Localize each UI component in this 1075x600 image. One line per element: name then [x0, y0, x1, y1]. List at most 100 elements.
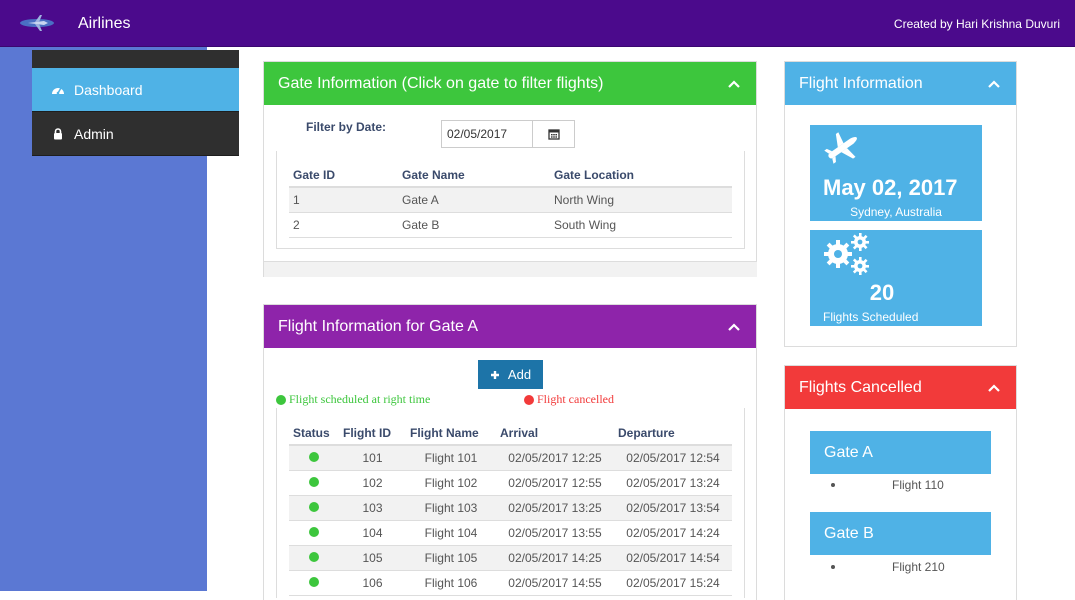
arrival-cell: 02/05/2017 12:55: [496, 470, 614, 496]
gate-panel-footer: [264, 261, 757, 277]
collapse-chevron-icon[interactable]: [988, 383, 1000, 392]
legend-scheduled-label: Flight scheduled at right time: [289, 392, 431, 406]
departure-cell: 02/05/2017 13:54: [614, 495, 732, 521]
gate-table-container: Gate ID Gate Name Gate Location 1 Gate A…: [276, 151, 745, 249]
gate-row[interactable]: 2 Gate B South Wing: [289, 212, 732, 238]
departure-cell: 02/05/2017 14:24: [614, 520, 732, 546]
top-navbar: Airlines Created by Hari Krishna Duvuri: [0, 0, 1075, 47]
arrival-cell: 02/05/2017 12:25: [496, 445, 614, 471]
flight-id-cell: 103: [339, 495, 406, 521]
gate-id-cell: 1: [289, 187, 398, 213]
flight-row[interactable]: 106 Flight 106 02/05/2017 14:55 02/05/2017 …: [289, 570, 732, 596]
gate-table: Gate ID Gate Name Gate Location 1 Gate A…: [289, 163, 732, 238]
gate-name-cell: Gate A: [398, 187, 550, 213]
date-tile: May 02, 2017 Sydney, Australia: [810, 125, 982, 221]
red-dot-icon: [524, 394, 534, 405]
column-header: Arrival: [496, 421, 614, 446]
status-dot-icon: [309, 451, 319, 462]
lock-icon: [50, 127, 66, 140]
arrival-cell: 02/05/2017 13:55: [496, 520, 614, 546]
column-header: Gate Location: [550, 163, 732, 188]
gate-location-cell: South Wing: [550, 212, 732, 238]
flight-id-cell: 106: [339, 570, 406, 596]
flight-table: Status Flight ID Flight Name Arrival Dep…: [289, 421, 732, 596]
collapse-chevron-icon[interactable]: [728, 322, 740, 331]
scheduled-count-label: Flights Scheduled: [823, 310, 919, 324]
flight-summary-title: Flight Information: [799, 74, 923, 92]
sidebar-item-label: Admin: [74, 125, 114, 142]
calendar-icon: [547, 129, 560, 140]
airplane-icon[interactable]: [18, 14, 56, 37]
flight-id-cell: 102: [339, 470, 406, 496]
status-cell: [289, 445, 339, 471]
flight-panel-title: Flight Information for Gate A: [278, 317, 479, 335]
status-dot-icon: [309, 551, 319, 562]
flight-id-cell: 105: [339, 545, 406, 571]
flight-name-cell: Flight 105: [406, 545, 496, 571]
calendar-button[interactable]: [532, 120, 575, 148]
date-filter-input[interactable]: [441, 120, 533, 148]
column-header: Flight Name: [406, 421, 496, 446]
gate-information-panel: Gate Information (Click on gate to filte…: [263, 61, 757, 277]
flight-location: Sydney, Australia: [850, 205, 942, 219]
add-flight-button[interactable]: Add: [478, 360, 543, 389]
arrival-cell: 02/05/2017 14:25: [496, 545, 614, 571]
cancelled-gate-b-header: Gate B: [810, 512, 991, 555]
sidebar-top-divider: [32, 50, 239, 68]
bullet-icon: [831, 565, 835, 569]
column-header: Status: [289, 421, 339, 446]
flight-name-cell: Flight 101: [406, 445, 496, 471]
departure-cell: 02/05/2017 15:24: [614, 570, 732, 596]
gate-location-cell: North Wing: [550, 187, 732, 213]
cancelled-gate-a-header: Gate A: [810, 431, 991, 474]
app-title[interactable]: Airlines: [78, 15, 130, 33]
scheduled-count-tile: 20 Flights Scheduled: [810, 230, 982, 326]
flight-row[interactable]: 102 Flight 102 02/05/2017 12:55 02/05/2017 …: [289, 470, 732, 496]
flights-cancelled-header: Flights Cancelled: [785, 366, 1016, 409]
status-cell: [289, 520, 339, 546]
flight-row[interactable]: 105 Flight 105 02/05/2017 14:25 02/05/2017 …: [289, 545, 732, 571]
flight-information-panel: Flight Information for Gate A Add Flight…: [263, 304, 757, 600]
column-header: Departure: [614, 421, 732, 446]
add-button-label: Add: [507, 367, 532, 382]
departure-cell: 02/05/2017 12:54: [614, 445, 732, 471]
gate-panel-header: Gate Information (Click on gate to filte…: [264, 62, 756, 105]
arrival-cell: 02/05/2017 13:25: [496, 495, 614, 521]
flight-summary-header: Flight Information: [785, 62, 1016, 105]
legend-scheduled: Flight scheduled at right time: [276, 392, 430, 407]
flight-name-cell: Flight 102: [406, 470, 496, 496]
status-cell: [289, 470, 339, 496]
sidebar-item-admin[interactable]: Admin: [32, 112, 239, 156]
sidebar: Dashboard Admin: [32, 50, 239, 156]
gears-icon: [824, 233, 869, 275]
sidebar-item-label: Dashboard: [74, 81, 143, 98]
bullet-icon: [831, 483, 835, 487]
collapse-chevron-icon[interactable]: [728, 79, 740, 88]
arrival-cell: 02/05/2017 14:55: [496, 570, 614, 596]
gate-row[interactable]: 1 Gate A North Wing: [289, 187, 732, 213]
flight-name-cell: Flight 104: [406, 520, 496, 546]
gate-name-cell: Gate B: [398, 212, 550, 238]
status-dot-icon: [309, 501, 319, 512]
airplane-icon: [824, 132, 857, 164]
flight-row[interactable]: 103 Flight 103 02/05/2017 13:25 02/05/2017 …: [289, 495, 732, 521]
flight-table-container: Status Flight ID Flight Name Arrival Dep…: [276, 408, 745, 598]
column-header: Gate Name: [398, 163, 550, 188]
flight-table-header: Status Flight ID Flight Name Arrival Dep…: [289, 421, 732, 446]
flight-name-cell: Flight 103: [406, 495, 496, 521]
gate-id-cell: 2: [289, 212, 398, 238]
collapse-chevron-icon[interactable]: [988, 79, 1000, 88]
flight-date: May 02, 2017: [823, 175, 958, 200]
flight-row[interactable]: 104 Flight 104 02/05/2017 13:55 02/05/2017 …: [289, 520, 732, 546]
flight-summary-panel: Flight Information May 02, 2017 Sydney, …: [784, 61, 1017, 347]
status-cell: [289, 495, 339, 521]
filter-date-label: Filter by Date:: [306, 120, 387, 134]
departure-cell: 02/05/2017 14:54: [614, 545, 732, 571]
cancelled-flight-name: Flight 110: [892, 478, 944, 492]
sidebar-item-dashboard[interactable]: Dashboard: [32, 68, 239, 112]
legend-cancelled-label: Flight cancelled: [537, 392, 614, 406]
legend-cancelled: Flight cancelled: [524, 392, 614, 407]
scheduled-count: 20: [869, 280, 895, 305]
flight-row[interactable]: 101 Flight 101 02/05/2017 12:25 02/05/2017 …: [289, 445, 732, 471]
status-dot-icon: [309, 526, 319, 537]
